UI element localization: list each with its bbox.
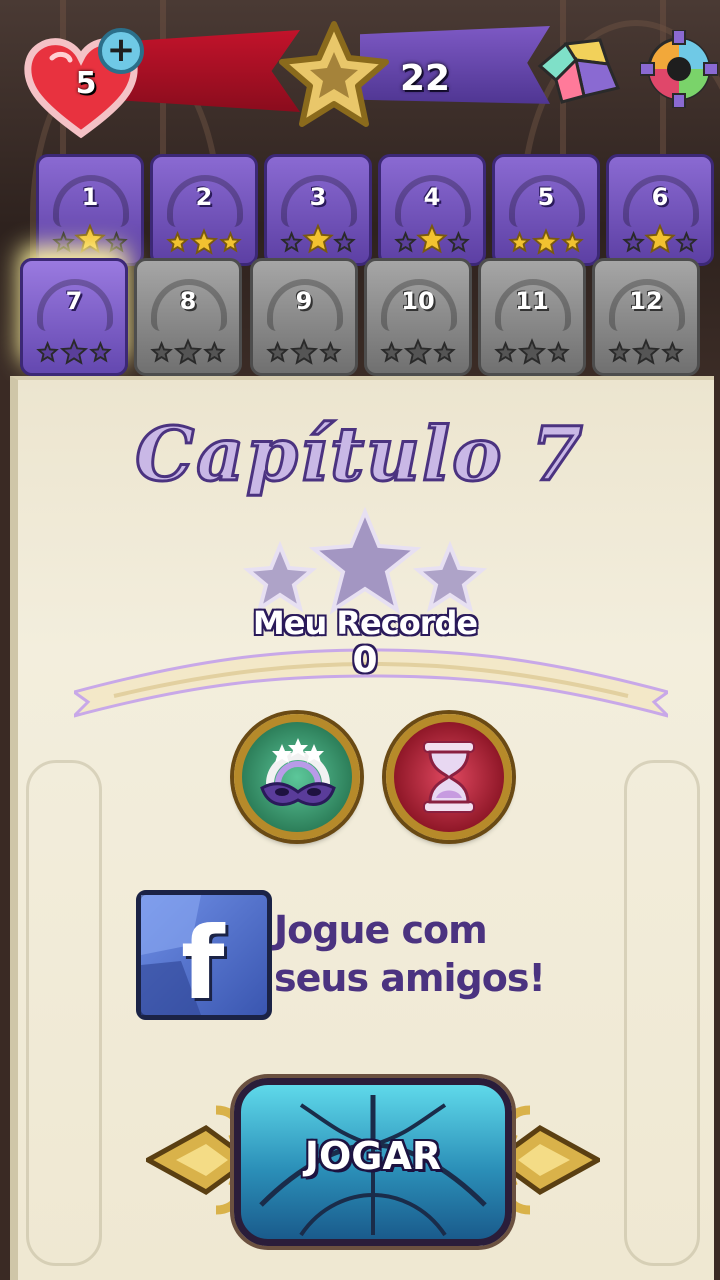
star-empty-icon (608, 340, 631, 363)
level-tile-7[interactable]: 7 (20, 258, 128, 376)
level-tile-2[interactable]: 2 (150, 154, 258, 266)
star-filled-icon (219, 230, 242, 253)
star-empty-icon (280, 230, 303, 253)
star-empty-icon (105, 230, 128, 253)
hourglass-booster-icon (423, 741, 475, 813)
star-empty-icon (675, 230, 698, 253)
star-empty-icon (517, 338, 547, 365)
level-stars (494, 338, 570, 365)
level-number: 9 (295, 287, 313, 315)
play-button-label: JOGAR (304, 1134, 442, 1178)
facebook-invite-text[interactable]: Jogue com seus amigos! (274, 906, 604, 1002)
map-icon[interactable] (536, 36, 622, 106)
level-tile-11: 11 (478, 258, 586, 376)
level-number: 5 (537, 183, 555, 211)
level-number: 10 (401, 287, 435, 315)
star-empty-icon (622, 230, 645, 253)
level-stars (52, 223, 128, 254)
level-stars (380, 338, 456, 365)
star-total-icon (279, 21, 389, 127)
star-empty-icon (52, 230, 75, 253)
star-empty-icon (173, 338, 203, 365)
star-filled-icon (416, 223, 448, 254)
star-empty-icon (494, 340, 517, 363)
star-empty-icon (89, 340, 112, 363)
star-empty-icon (266, 340, 289, 363)
level-tile-8: 8 (134, 258, 242, 376)
star-empty-icon (631, 338, 661, 365)
facebook-icon: f (181, 905, 225, 1022)
star-filled-icon (561, 230, 584, 253)
star-filled-icon (508, 230, 531, 253)
level-tile-6[interactable]: 6 (606, 154, 714, 266)
level-tile-10: 10 (364, 258, 472, 376)
star-empty-icon (203, 340, 226, 363)
level-number: 6 (651, 183, 669, 211)
facebook-connect-button[interactable]: f (136, 890, 272, 1022)
play-button-frame: JOGAR (146, 1074, 600, 1254)
level-tile-9: 9 (250, 258, 358, 376)
record-label: Meu Recorde (252, 604, 478, 642)
star-empty-icon (447, 230, 470, 253)
level-number: 7 (65, 287, 83, 315)
level-stars (150, 338, 226, 365)
chapter-star-right (412, 540, 488, 613)
level-stars (36, 338, 112, 365)
star-empty-icon (661, 340, 684, 363)
level-tile-4[interactable]: 4 (378, 154, 486, 266)
level-stars (166, 228, 242, 255)
level-tile-1[interactable]: 1 (36, 154, 144, 266)
mask-booster-icon (260, 738, 336, 806)
level-number: 4 (423, 183, 441, 211)
facebook-invite-line1: Jogue com (274, 908, 488, 952)
star-empty-icon (59, 338, 89, 365)
star-empty-icon (36, 340, 59, 363)
chapter-star-middle (308, 506, 422, 615)
panel-ornament-right (624, 760, 700, 1266)
level-tile-12: 12 (592, 258, 700, 376)
star-filled-icon (531, 228, 561, 255)
star-filled-icon (74, 223, 106, 254)
chapter-title: Capítulo 7 (134, 411, 585, 500)
record-value: 0 (352, 640, 378, 681)
level-stars (266, 338, 342, 365)
level-stars (508, 228, 584, 255)
level-number: 1 (81, 183, 99, 211)
level-stars (280, 223, 356, 254)
level-tile-5[interactable]: 5 (492, 154, 600, 266)
gear-icon[interactable] (640, 30, 718, 108)
star-filled-icon (644, 223, 676, 254)
level-number: 3 (309, 183, 327, 211)
star-empty-icon (333, 230, 356, 253)
level-number: 12 (629, 287, 663, 315)
star-empty-icon (380, 340, 403, 363)
lives-count: 5 (75, 66, 97, 101)
star-empty-icon (433, 340, 456, 363)
level-number: 8 (179, 287, 197, 315)
hourglass-booster-button[interactable] (386, 714, 512, 840)
star-empty-icon (547, 340, 570, 363)
star-empty-icon (150, 340, 173, 363)
star-empty-icon (394, 230, 417, 253)
mask-booster-button[interactable] (234, 714, 360, 840)
star-filled-icon (189, 228, 219, 255)
level-stars (608, 338, 684, 365)
level-number: 11 (515, 287, 549, 315)
star-filled-icon (166, 230, 189, 253)
level-tile-3[interactable]: 3 (264, 154, 372, 266)
stars-total-count: 22 (400, 58, 451, 99)
add-lives-button[interactable]: + (98, 28, 144, 74)
level-number: 2 (195, 183, 213, 211)
chapter-star-left (242, 540, 318, 613)
level-stars (394, 223, 470, 254)
star-filled-icon (302, 223, 334, 254)
panel-ornament-left (26, 760, 102, 1266)
star-empty-icon (403, 338, 433, 365)
facebook-invite-line2: seus amigos! (274, 956, 546, 1000)
level-stars (622, 223, 698, 254)
top-hud: 5 + 22 (0, 0, 720, 150)
star-empty-icon (319, 340, 342, 363)
star-empty-icon (289, 338, 319, 365)
